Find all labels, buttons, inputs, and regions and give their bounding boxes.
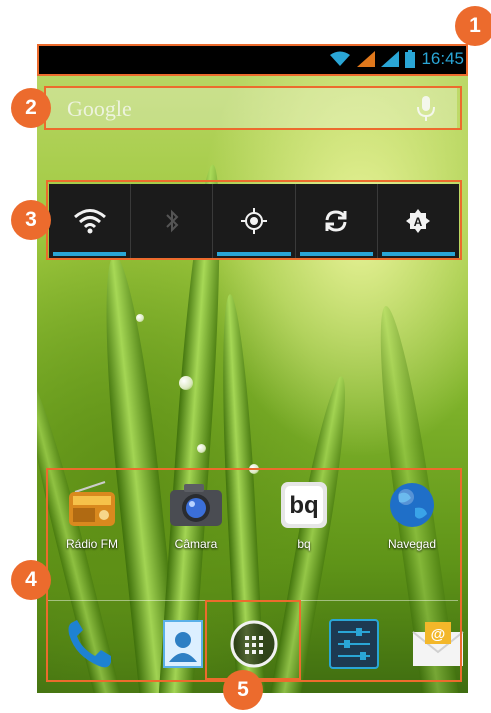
- callout-4: 4: [11, 560, 51, 600]
- callout-3: 3: [11, 200, 51, 240]
- callout-5: 5: [223, 670, 263, 710]
- callout-box-app-drawer: [205, 600, 301, 680]
- callout-box-search: [44, 86, 462, 130]
- callout-1: 1: [455, 6, 491, 46]
- callout-box-widget: [46, 180, 462, 260]
- callout-box-status-bar: [37, 44, 468, 76]
- callout-2: 2: [11, 88, 51, 128]
